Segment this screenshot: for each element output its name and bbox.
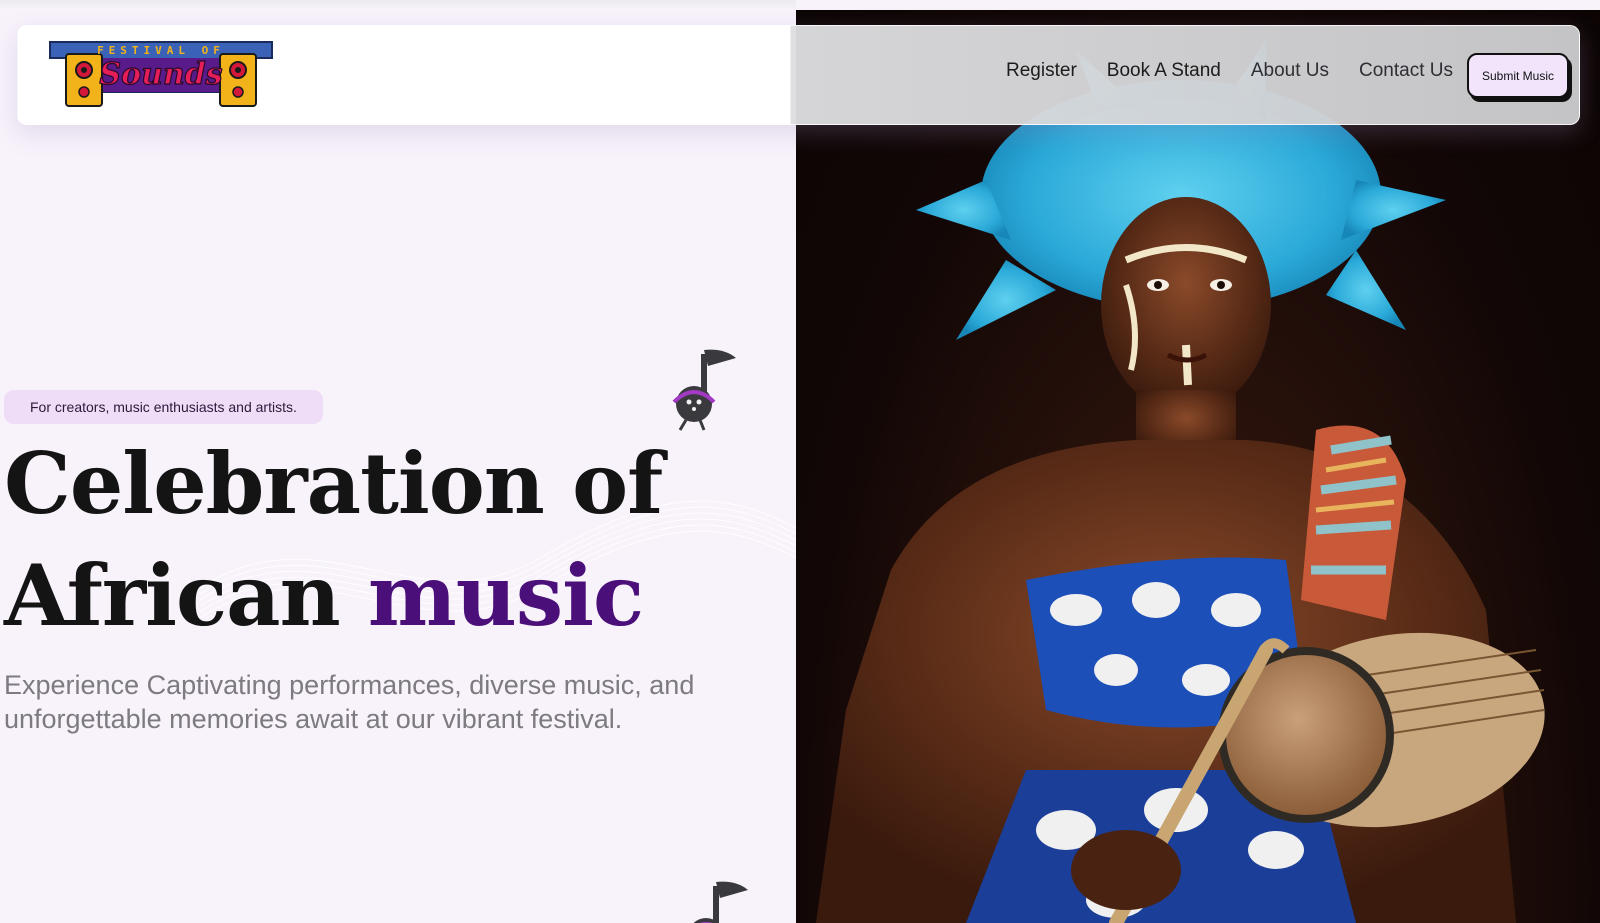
tagline-text: For creators, music enthusiasts and arti…	[30, 399, 297, 415]
headline-line-2-part-1: African	[4, 546, 341, 645]
hero-headline: Celebration of African music	[4, 428, 764, 652]
hero-photo-performer	[796, 10, 1600, 923]
main-nav: Register Book A Stand About Us Contact U…	[1006, 60, 1453, 82]
submit-music-button[interactable]: Submit Music	[1467, 53, 1569, 98]
nav-link-register[interactable]: Register	[1006, 60, 1077, 82]
svg-text:Sounds: Sounds	[99, 57, 222, 92]
hero-subtext: Experience Captivating performances, div…	[4, 670, 695, 734]
headline-accent-word: music	[367, 546, 644, 645]
tagline-pill: For creators, music enthusiasts and arti…	[4, 390, 323, 424]
music-note-mascot-icon	[664, 344, 744, 434]
browser-top-strip	[0, 0, 796, 8]
nav-link-contact-us[interactable]: Contact Us	[1359, 60, 1453, 82]
festival-logo[interactable]: FESTIVAL OF Sounds	[48, 40, 274, 108]
music-note-mascot-icon	[676, 876, 756, 923]
nav-link-book-a-stand[interactable]: Book A Stand	[1107, 60, 1221, 82]
headline-line-1: Celebration of	[4, 434, 663, 533]
nav-link-about-us[interactable]: About Us	[1251, 60, 1329, 82]
svg-text:FESTIVAL OF: FESTIVAL OF	[97, 44, 225, 57]
site-navbar: FESTIVAL OF Sounds Register Book A Stand…	[17, 25, 1580, 125]
